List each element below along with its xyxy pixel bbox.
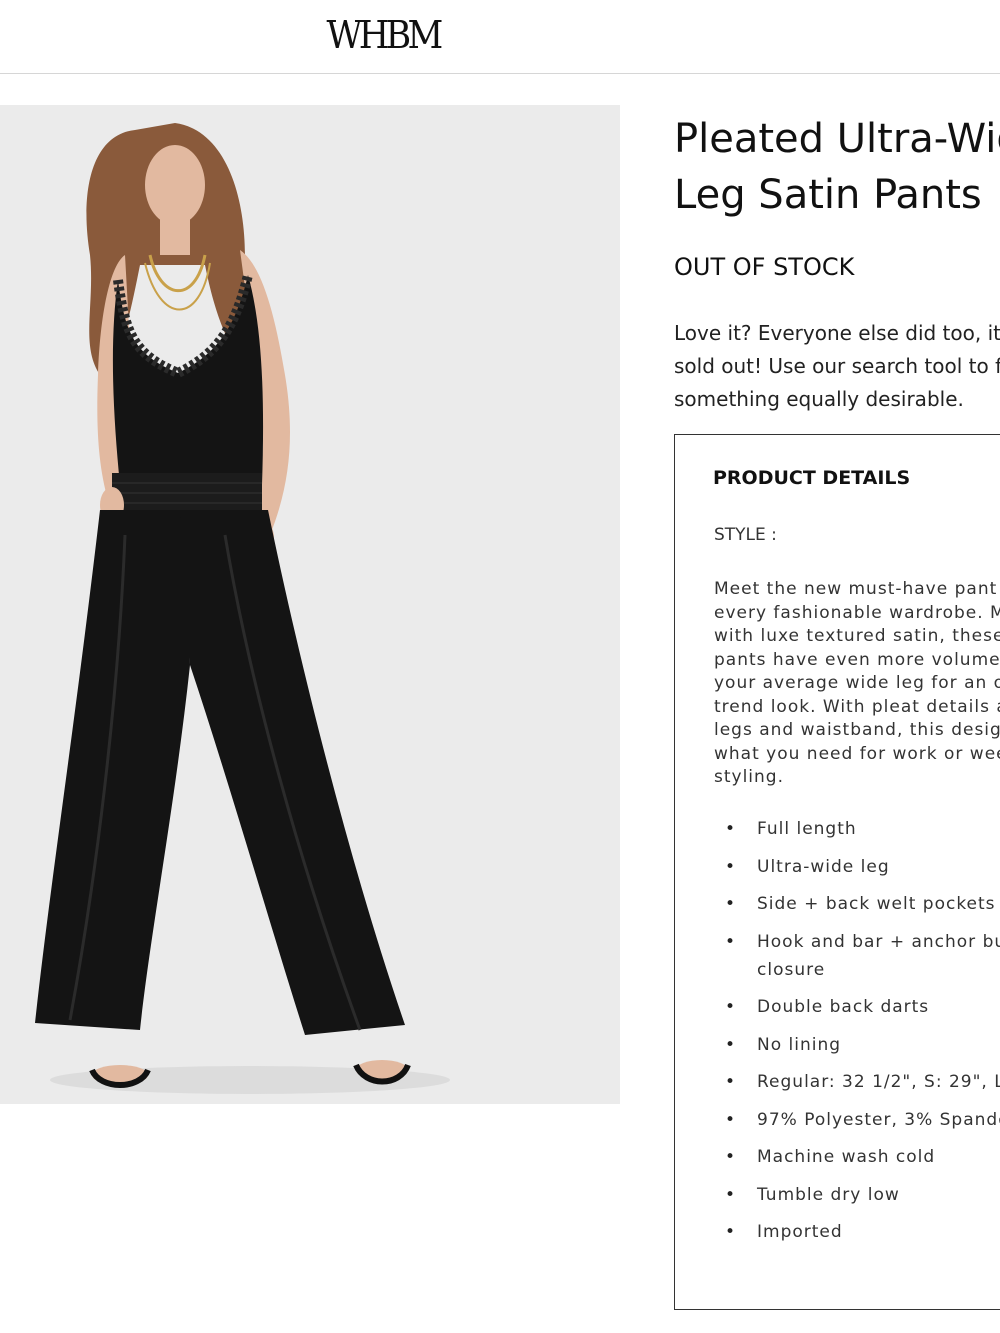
feature-item: • Full length (714, 815, 1000, 843)
product-details-panel: PRODUCT DETAILS STYLE : Meet the new mus… (674, 434, 1000, 1310)
feature-item: • Ultra-wide leg (714, 853, 1000, 881)
product-description: Meet the new must-have pant for every fa… (714, 579, 1000, 787)
feature-item: • Imported (714, 1218, 1000, 1246)
bullet-icon: • (725, 894, 737, 914)
feature-item: • Regular: 32 1/2", S: 29", L: 35" (714, 1068, 1000, 1096)
feature-text: 97% Polyester, 3% Spandex (757, 1109, 1000, 1130)
bullet-icon: • (725, 1034, 737, 1055)
feature-text: Hook and bar + anchor button closure (757, 931, 1000, 980)
feature-item: • No lining (714, 1031, 1000, 1059)
feature-text: Imported (757, 1222, 843, 1242)
feature-text: Ultra-wide leg (757, 856, 890, 877)
feature-item: • 97% Polyester, 3% Spandex (714, 1106, 1000, 1134)
bullet-icon: • (725, 819, 737, 839)
brand-logo[interactable]: WHBM (326, 12, 443, 58)
bullet-icon: • (725, 1184, 737, 1205)
product-info: Pleated Ultra-Wide Leg Satin Pants OUT O… (674, 105, 1000, 1333)
style-label: STYLE : (714, 525, 777, 545)
product-details-heading[interactable]: PRODUCT DETAILS (713, 463, 910, 493)
bullet-icon: • (725, 856, 737, 877)
feature-text: Double back darts (757, 997, 930, 1017)
feature-text: Full length (757, 819, 857, 839)
feature-item: • Double back darts (714, 993, 1000, 1021)
product-page: WHBM Pleated Ultra-Wi Leg Satin Pants OU… (0, 0, 1000, 1333)
feature-text: Regular: 32 1/2", S: 29", L: 35" (757, 1072, 1000, 1092)
product-image[interactable] (0, 105, 620, 1104)
feature-text: Side + back welt pockets (757, 894, 996, 914)
feature-text: No lining (757, 1034, 842, 1055)
feature-item: • Hook and bar + anchor button closure (714, 928, 1000, 984)
bullet-icon: • (725, 1147, 737, 1167)
bullet-icon: • (725, 931, 737, 952)
bullet-icon: • (725, 1072, 737, 1092)
stock-status: OUT OF STOCK (674, 253, 855, 281)
feature-item: • Tumble dry low (714, 1181, 1000, 1209)
feature-item: • Machine wash cold (714, 1143, 1000, 1171)
feature-text: Tumble dry low (757, 1184, 900, 1205)
feature-text: Machine wash cold (757, 1147, 936, 1167)
feature-list: • Full length • Ultra-wide leg • Side + bac… (714, 815, 1000, 1256)
bullet-icon: • (725, 997, 737, 1017)
site-header: WHBM (0, 0, 1000, 74)
bullet-icon: • (725, 1109, 737, 1130)
sold-out-message: Love it? Everyone else did too, it's sol… (674, 321, 1000, 411)
bullet-icon: • (725, 1222, 737, 1242)
product-title: Pleated Ultra-Wide Leg Satin Pants (674, 116, 1000, 218)
feature-item: • Side + back welt pockets (714, 890, 1000, 918)
